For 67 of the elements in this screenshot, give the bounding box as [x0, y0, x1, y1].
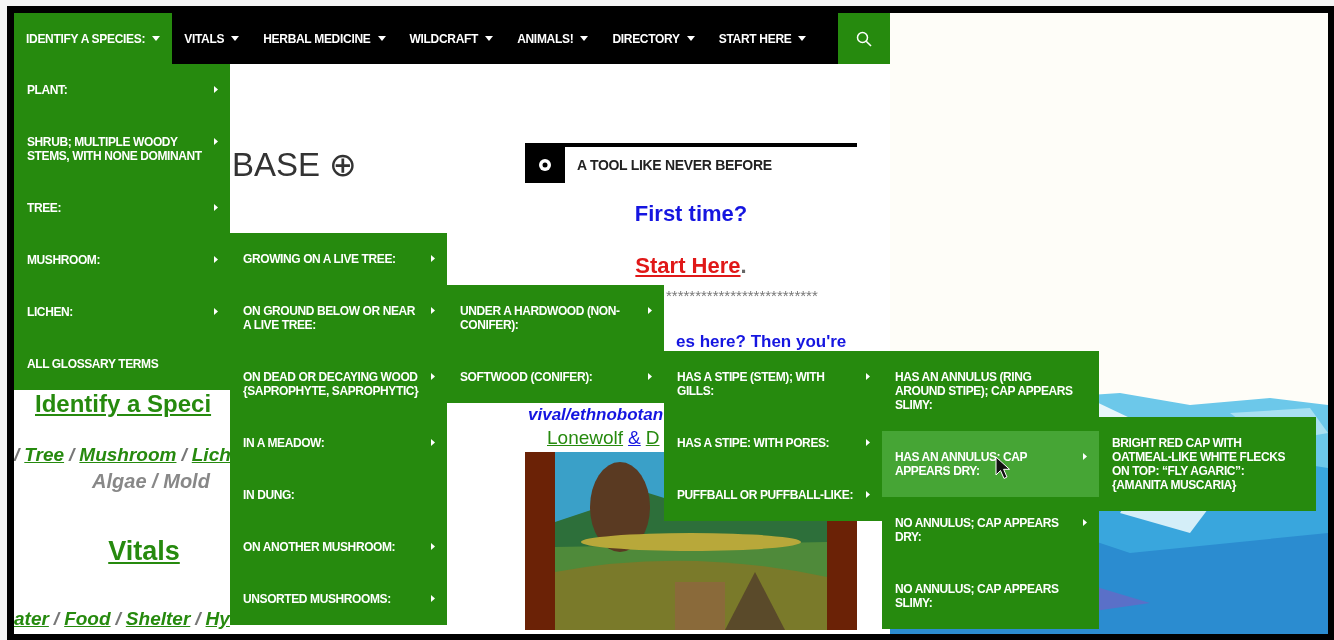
- page-heading: BASE ⊕: [232, 148, 358, 182]
- menu-item[interactable]: HAS AN ANNULUS (RING AROUND STIPE); CAP APPEARS SLIMY:: [882, 351, 1099, 431]
- slash-separator: /: [53, 608, 60, 630]
- nav-item[interactable]: START HERE: [706, 13, 819, 64]
- widget-title: A TOOL LIKE NEVER BEFORE: [577, 157, 772, 173]
- nav-item[interactable]: DIRECTORY: [600, 13, 707, 64]
- slash-separator: /: [115, 608, 121, 630]
- vitals-category-link[interactable]: Food: [64, 608, 111, 630]
- identify-link[interactable]: Identify a Speci: [35, 392, 212, 416]
- category-link[interactable]: Mushroom: [79, 444, 177, 466]
- menu-item[interactable]: UNSORTED MUSHROOMS:: [230, 573, 447, 625]
- menu-item[interactable]: HAS A STIPE: WITH PORES:: [664, 417, 882, 469]
- menu-item[interactable]: TREE:: [14, 182, 230, 234]
- slash-separator: /: [14, 444, 20, 466]
- slash-separator: /: [181, 444, 187, 466]
- search-button[interactable]: [838, 13, 890, 64]
- nav-item[interactable]: IDENTIFY A SPECIES:: [14, 13, 173, 64]
- menu-item[interactable]: NO ANNULUS; CAP APPEARS DRY:: [882, 497, 1099, 563]
- menu-item[interactable]: NO ANNULUS; CAP APPEARS SLIMY:: [882, 563, 1099, 629]
- menu-item[interactable]: IN A MEADOW:: [230, 417, 447, 469]
- category-text: Algae / Mold: [91, 470, 212, 492]
- period-text: .: [740, 253, 747, 278]
- menu-item[interactable]: ON ANOTHER MUSHROOM:: [230, 521, 447, 573]
- menu-item[interactable]: IN DUNG:: [230, 469, 447, 521]
- start-here-link[interactable]: Start Here: [635, 253, 741, 278]
- menu-item[interactable]: ALL GLOSSARY TERMS: [14, 338, 230, 390]
- first-time-heading: First time?: [633, 201, 749, 227]
- vitals-category-link[interactable]: Hy: [205, 608, 230, 630]
- author-link[interactable]: D: [645, 427, 660, 449]
- tagline-text: es here? Then you're: [675, 332, 848, 352]
- menu-item[interactable]: MUSHROOM:: [14, 234, 230, 286]
- caret-icon: [231, 36, 240, 41]
- menu-item[interactable]: UNDER A HARDWOOD (NON-CONIFER):: [447, 285, 664, 351]
- slash-separator: /: [195, 608, 201, 630]
- caret-icon: [580, 36, 589, 41]
- menu-item[interactable]: SHRUB; MULTIPLE WOODY STEMS, WITH NONE DOMINANT: [14, 116, 230, 182]
- menu-item[interactable]: PLANT:: [14, 64, 230, 116]
- caret-icon: [798, 36, 807, 41]
- menu-item[interactable]: ON DEAD OR DECAYING WOOD {SAPROPHYTE, SAPROPHYTIC}: [230, 351, 447, 417]
- slash-separator: /: [69, 444, 75, 466]
- menu-item[interactable]: HAS AN ANNULUS; CAP APPEARS DRY:: [882, 431, 1099, 497]
- subtitle-text: vival/ethnobotan: [527, 405, 665, 425]
- nav-item[interactable]: VITALS: [172, 13, 252, 64]
- caret-icon: [686, 36, 695, 41]
- asterisk-divider: **************************: [665, 289, 819, 303]
- menu-item[interactable]: SOFTWOOD (CONIFER):: [447, 351, 664, 403]
- menu-item[interactable]: ON GROUND BELOW OR NEAR A LIVE TREE:: [230, 285, 447, 351]
- vitals-category-link[interactable]: Shelter: [125, 608, 191, 630]
- vitals-category-link[interactable]: ater: [14, 608, 49, 630]
- category-link[interactable]: Lich: [191, 444, 231, 466]
- menu-item[interactable]: PUFFBALL OR PUFFBALL-LIKE:: [664, 469, 882, 521]
- nav-item[interactable]: HERBAL MEDICINE: [251, 13, 398, 64]
- caret-icon: [377, 36, 386, 41]
- search-icon: [856, 30, 872, 47]
- vitals-link[interactable]: Vitals: [108, 536, 180, 566]
- menu-item[interactable]: GROWING ON A LIVE TREE:: [230, 233, 447, 285]
- author-link[interactable]: Lonewolf: [547, 427, 624, 449]
- menu-item[interactable]: BRIGHT RED CAP WITH OATMEAL-LIKE WHITE FLECKS ON TOP: “FLY AGARIC”: {AMANITA MUSCARIA}: [1099, 417, 1316, 511]
- menu-item[interactable]: LICHEN:: [14, 286, 230, 338]
- ampersand-link[interactable]: &: [628, 427, 641, 449]
- nav-item[interactable]: WILDCRAFT: [397, 13, 506, 64]
- nav-item[interactable]: ANIMALS!: [505, 13, 601, 64]
- target-icon: [538, 158, 552, 172]
- category-link[interactable]: Tree: [24, 444, 65, 466]
- caret-icon: [152, 36, 161, 41]
- caret-icon: [485, 36, 494, 41]
- menu-item[interactable]: HAS A STIPE (STEM); WITH GILLS:: [664, 351, 882, 417]
